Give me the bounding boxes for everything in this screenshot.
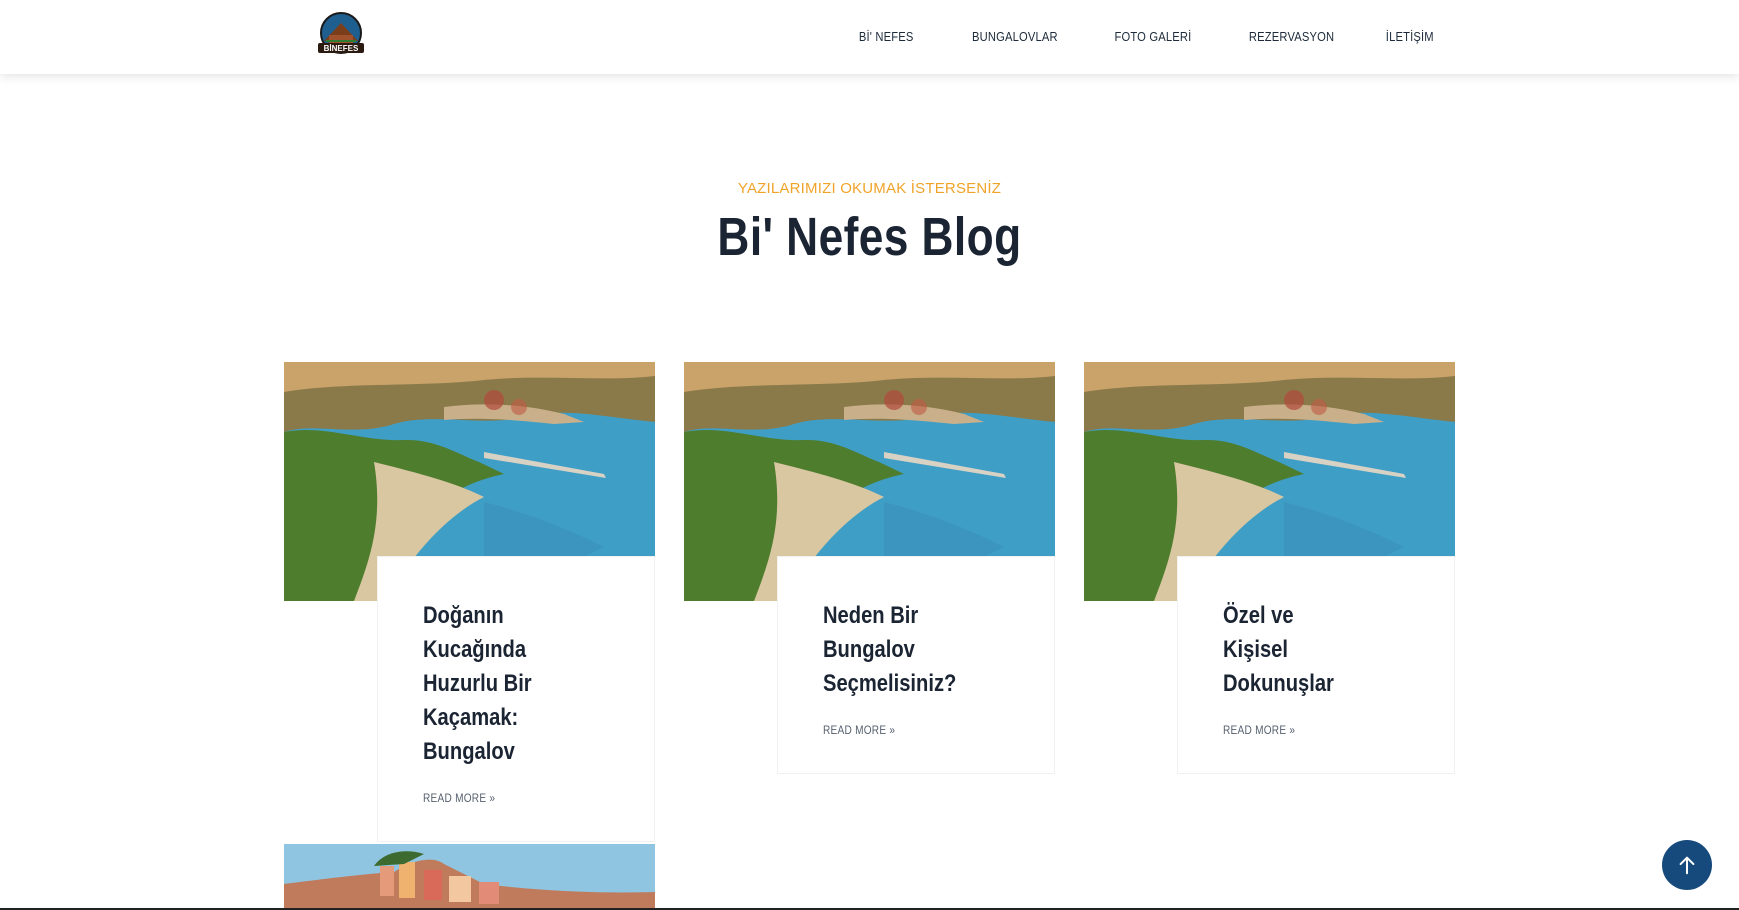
logo-icon: BİNEFES [318,12,364,54]
coastal-village-image [284,844,655,910]
blog-card-image[interactable] [284,844,655,910]
nav-item-iletisim[interactable]: İLETİŞİM [1386,29,1434,44]
nav-item-bungalovlar[interactable]: BUNGALOVLAR [972,29,1058,44]
main-nav: Bİ' NEFES BUNGALOVLAR FOTO GALERİ REZERV… [806,0,1434,72]
read-more-link[interactable]: READ MORE » [1223,723,1380,737]
blog-card-body: Neden Bir Bungalov Seçmelisiniz? READ MO… [777,556,1055,774]
blog-card-title[interactable]: Doğanın Kucağında Huzurlu Bir Kaçamak: B… [423,599,549,769]
arrow-up-icon [1679,856,1695,875]
read-more-link[interactable]: READ MORE » [423,791,580,805]
blog-card-body: Özel ve Kişisel Dokunuşlar READ MORE » [1177,556,1455,774]
site-logo[interactable]: BİNEFES [316,11,366,59]
nav-item-rezervasyon[interactable]: REZERVASYON [1249,29,1334,44]
section-title: Bi' Nefes Blog [717,207,1022,267]
blog-card-title[interactable]: Neden Bir Bungalov Seçmelisiniz? [823,599,956,701]
nav-item-foto-galeri[interactable]: FOTO GALERİ [1114,29,1191,44]
site-header: BİNEFES Bİ' NEFES BUNGALOVLAR FOTO GALER… [0,0,1739,74]
svg-text:BİNEFES: BİNEFES [324,44,359,53]
read-more-link[interactable]: READ MORE » [823,723,980,737]
blog-card-body: Doğanın Kucağında Huzurlu Bir Kaçamak: B… [377,556,655,842]
blog-card-title[interactable]: Özel ve Kişisel Dokunuşlar [1223,599,1349,701]
page: BİNEFES Bİ' NEFES BUNGALOVLAR FOTO GALER… [0,0,1739,910]
scroll-to-top-button[interactable] [1662,840,1712,890]
section-subtitle: YAZILARIMIZI OKUMAK İSTERSENİZ [737,180,1002,197]
nav-item-binefes[interactable]: Bİ' NEFES [859,29,914,44]
